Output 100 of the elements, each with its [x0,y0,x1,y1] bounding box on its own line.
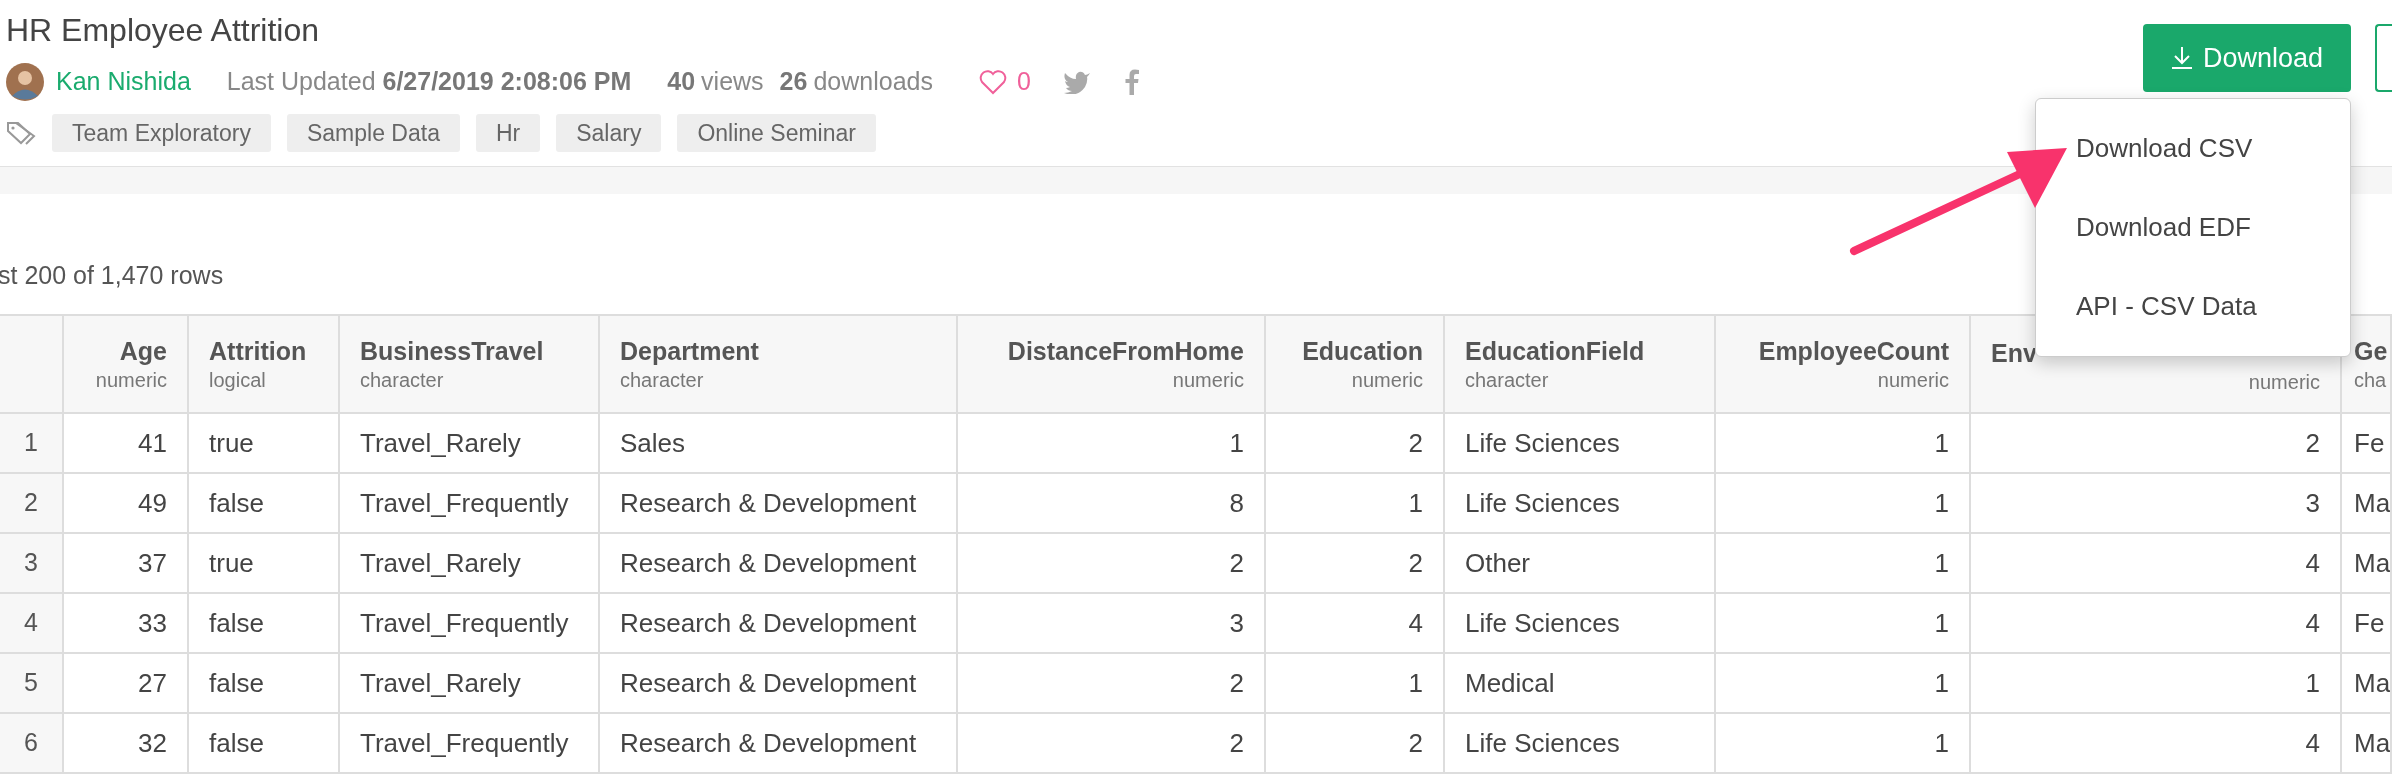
row-number: 2 [24,487,38,519]
column-type: cha [2354,368,2387,393]
column-header[interactable]: BusinessTravel [360,335,544,367]
facebook-icon[interactable] [1124,69,1139,95]
table-cell-text: Life Sciences [1465,426,1620,460]
column-type: logical [209,368,266,393]
table-cell-text: Travel_Rarely [360,546,521,580]
table-cell-text: Travel_Frequently [360,606,569,640]
column-type: numeric [1877,368,1949,393]
column-type: character [1465,368,1549,393]
row-number: 3 [24,547,38,579]
table-cell-text: 2 [2305,426,2320,460]
like-count: 0 [1016,66,1031,98]
table-cell-text: false [209,726,264,760]
table-cell-text: Ma [2354,666,2390,700]
column-type: character [620,368,704,393]
table-cell-text: 1 [1934,726,1949,760]
table-cell-text: Medical [1465,666,1555,700]
menu-item[interactable]: Download CSV [2076,109,2253,188]
column-header[interactable]: Education [1302,335,1423,367]
downloads-count: 26 downloads [779,66,933,98]
column-header[interactable]: DistanceFromHome [1007,335,1244,367]
table-cell-text: 2 [1408,426,1423,460]
column-type: character [360,368,444,393]
table-cell-text: 37 [138,546,167,580]
table-cell-text: true [209,546,254,580]
table-cell-text: false [209,666,264,700]
table-cell-text: 1 [1934,486,1949,520]
table-cell-text: false [209,486,264,520]
table-cell-text: false [209,606,264,640]
table-cell-text: 2 [1229,546,1244,580]
table-cell-text: Life Sciences [1465,726,1620,760]
column-header[interactable]: EducationField [1465,335,1645,367]
column-header[interactable]: Age [119,335,167,367]
row-number: 5 [24,667,38,699]
table-cell-text: 2 [1229,726,1244,760]
column-header[interactable]: Department [620,335,759,367]
table-cell-text: Sales [620,426,686,460]
row-number: 4 [24,607,38,639]
menu-item[interactable]: Download EDF [2076,188,2251,267]
table-cell-text: 32 [138,726,167,760]
table-cell-text: Research & Development [620,546,917,580]
table-cell-text: 1 [1229,426,1244,460]
table-cell-text: Other [1465,546,1531,580]
table-cell-text: 1 [1934,666,1949,700]
download-icon [2170,46,2193,70]
views-count: 40 views [667,66,764,98]
table-cell-text: 27 [138,666,167,700]
table-cell-text: 41 [138,426,167,460]
table-cell-text: Ma [2354,486,2390,520]
table-cell-text: 4 [2305,606,2320,640]
tag[interactable]: Online Seminar [677,114,876,152]
outline-button[interactable] [2375,24,2392,92]
table-cell-text: Life Sciences [1465,486,1620,520]
table-cell-text: 2 [1408,546,1423,580]
table-cell-text: Research & Development [620,606,917,640]
table-cell-text: Travel_Frequently [360,486,569,520]
table-cell-text: 49 [138,486,167,520]
column-header[interactable]: Attrition [209,335,307,367]
tag[interactable]: Salary [556,114,662,152]
table-cell-text: Life Sciences [1465,606,1620,640]
table-cell-text: Research & Development [620,666,917,700]
column-header[interactable]: Env [1991,337,2037,369]
table-cell-text: 2 [1408,726,1423,760]
table-cell-text: 3 [2305,486,2320,520]
table-cell-text: 4 [2305,726,2320,760]
heart-icon[interactable] [978,69,1007,95]
tag[interactable]: Hr [475,114,541,152]
tag[interactable]: Sample Data [286,114,460,152]
tag[interactable]: Team Exploratory [52,114,271,152]
column-type: numeric [1351,368,1423,393]
column-type: numeric [95,368,167,393]
table-cell-text: 3 [1229,606,1244,640]
row-number: 6 [24,727,38,759]
table-cell-text: 2 [1229,666,1244,700]
table-cell-text: 8 [1229,486,1244,520]
column-header[interactable]: EmployeeCount [1758,335,1949,367]
table-cell-text: 4 [2305,546,2320,580]
table-cell-text: 1 [1934,546,1949,580]
table-cell-text: true [209,426,254,460]
column-type: numeric [2248,370,2320,395]
table-cell-text: Travel_Frequently [360,726,569,760]
table-cell-text: Fe [2354,606,2385,640]
table-cell-text: 4 [1408,606,1423,640]
bird-icon[interactable] [1062,70,1091,94]
table-cell-text: 1 [1934,426,1949,460]
column-header[interactable]: Ge [2354,335,2388,367]
table-cell-text: Travel_Rarely [360,666,521,700]
table-cell-text: 1 [1934,606,1949,640]
table-cell-text: Ma [2354,726,2390,760]
avatar-icon [6,63,44,101]
menu-item[interactable]: API - CSV Data [2076,267,2257,346]
tag-icon [6,120,36,146]
table-cell-text: Fe [2354,426,2385,460]
last-updated-text: Last Updated 6/27/2019 2:08:06 PM [226,66,632,98]
table-cell-text: Research & Development [620,726,917,760]
table-cell-text: Research & Development [620,486,917,520]
row-number: 1 [24,427,38,459]
column-type: numeric [1172,368,1244,393]
dataset-title: HR Employee Attrition [6,11,320,50]
